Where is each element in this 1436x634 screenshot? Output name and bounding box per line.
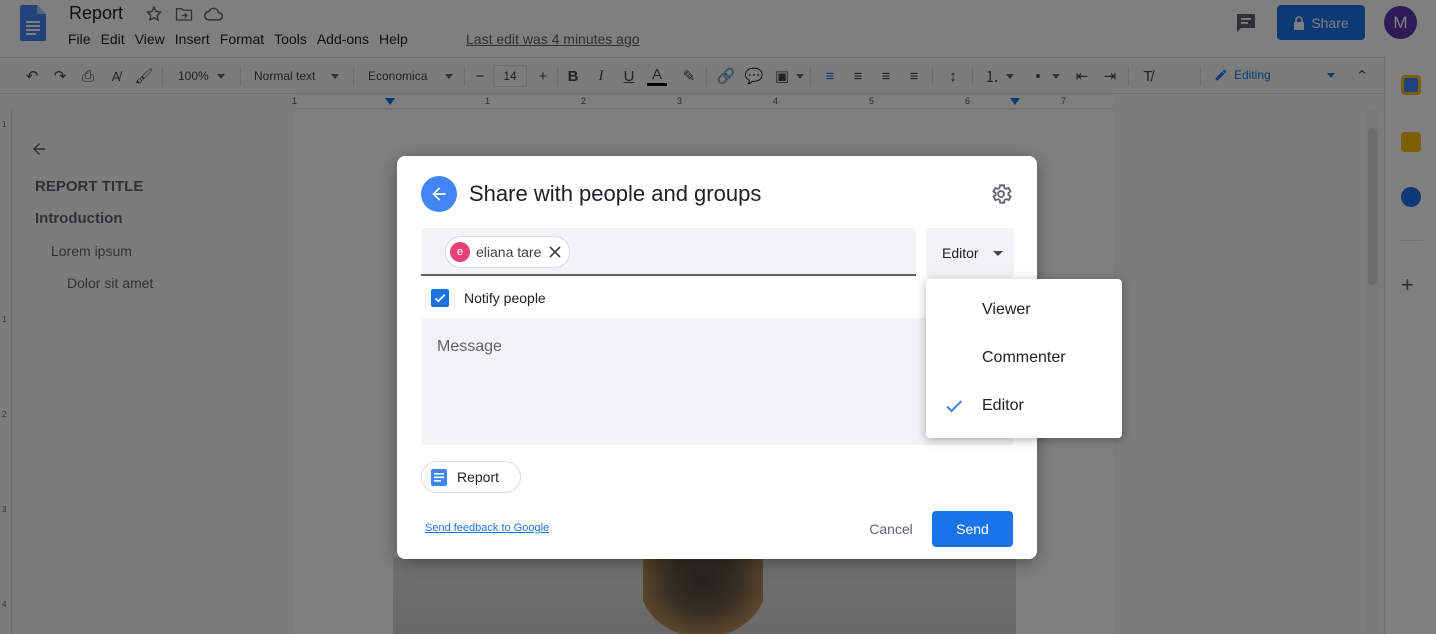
- back-arrow-icon: [432, 187, 446, 201]
- cancel-button[interactable]: Cancel: [853, 511, 929, 547]
- google-docs-file-icon: [431, 468, 447, 486]
- dialog-title: Share with people and groups: [469, 181, 762, 206]
- role-menu: Viewer Commenter Editor: [926, 279, 1122, 438]
- role-option-viewer[interactable]: Viewer: [926, 286, 1122, 334]
- recipient-avatar: e: [450, 242, 470, 262]
- recipient-name: eliana tare: [476, 244, 542, 260]
- notify-people-row: Notify people: [431, 289, 546, 307]
- document-chip-label: Report: [457, 469, 500, 485]
- recipient-input[interactable]: e eliana tare: [421, 228, 916, 276]
- google-docs-app: Report File Edit View Insert Format Tool…: [0, 0, 1436, 634]
- document-chip[interactable]: Report: [421, 461, 521, 493]
- notify-people-label: Notify people: [464, 290, 546, 306]
- checkmark-icon: [434, 294, 446, 303]
- recipient-chip[interactable]: e eliana tare: [445, 236, 571, 268]
- role-option-editor[interactable]: Editor: [926, 382, 1122, 430]
- message-placeholder: Message: [437, 338, 502, 355]
- notify-people-checkbox[interactable]: [431, 289, 449, 307]
- back-button[interactable]: [421, 176, 457, 212]
- role-dropdown-button[interactable]: Editor: [926, 228, 1014, 278]
- dropdown-caret-icon: [992, 250, 1003, 256]
- send-feedback-link[interactable]: Send feedback to Google: [425, 522, 549, 534]
- role-dropdown-value: Editor: [942, 245, 979, 261]
- send-button[interactable]: Send: [932, 511, 1013, 547]
- role-option-label: Commenter: [982, 349, 1066, 366]
- settings-gear-icon[interactable]: [989, 182, 1013, 206]
- role-option-label: Viewer: [982, 301, 1031, 318]
- close-icon[interactable]: [547, 244, 563, 260]
- role-option-commenter[interactable]: Commenter: [926, 334, 1122, 382]
- checkmark-icon: [946, 400, 963, 413]
- role-option-label: Editor: [982, 397, 1024, 414]
